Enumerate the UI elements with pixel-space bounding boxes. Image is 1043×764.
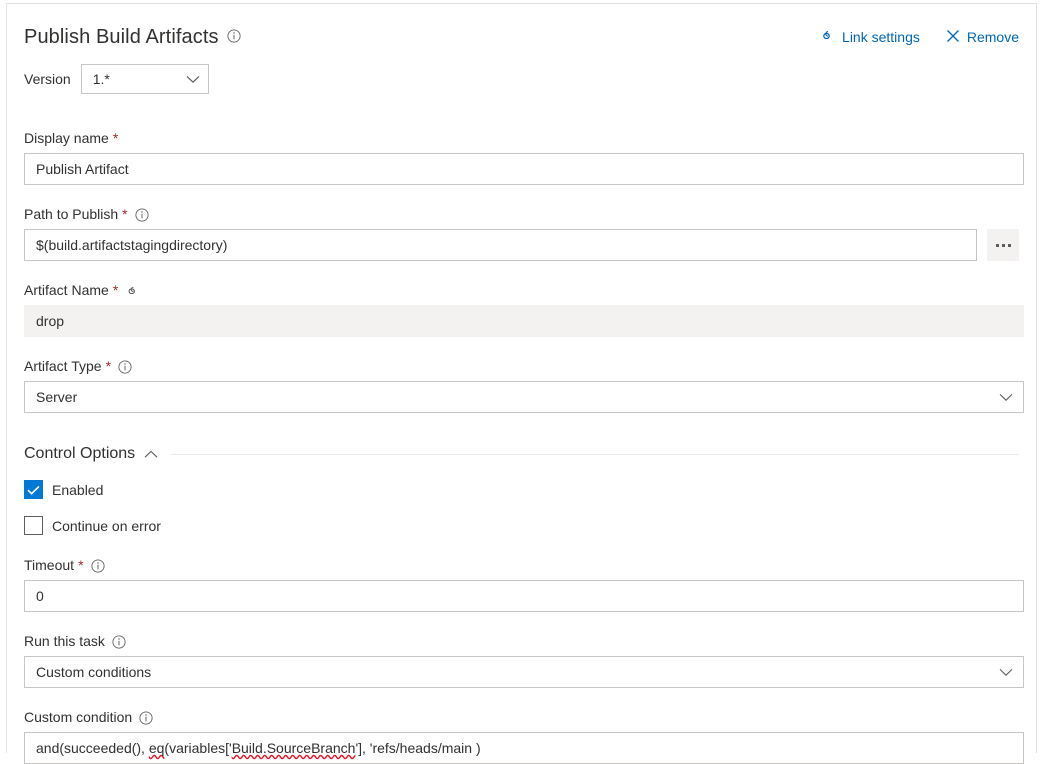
info-icon[interactable] <box>135 207 149 222</box>
link-settings-label: Link settings <box>842 29 920 45</box>
version-row: Version 1.* <box>24 64 1019 94</box>
info-icon[interactable] <box>227 29 241 43</box>
custom-condition-field: Custom condition and(succeeded(), eq(var… <box>24 709 1024 764</box>
display-name-label-text: Display name <box>24 130 109 146</box>
custom-condition-value: and(succeeded(), eq(variables['Build.Sou… <box>36 740 481 756</box>
browse-button[interactable] <box>987 229 1019 261</box>
artifact-name-label: Artifact Name * <box>24 282 1019 299</box>
custom-condition-input[interactable]: and(succeeded(), eq(variables['Build.Sou… <box>24 732 1024 764</box>
remove-button[interactable]: Remove <box>946 29 1019 46</box>
chevron-down-icon <box>186 71 200 87</box>
condition-text: and(succeeded(), <box>36 740 149 756</box>
spelling-error-text: eq <box>148 740 165 756</box>
link-icon[interactable] <box>125 284 140 298</box>
path-to-publish-field: Path to Publish * $(build.artifactstagin… <box>24 206 1019 261</box>
task-header: Publish Build Artifacts Link settings Re… <box>24 4 1019 48</box>
link-icon <box>819 29 835 46</box>
path-to-publish-label-text: Path to Publish <box>24 206 119 222</box>
timeout-label: Timeout * <box>24 557 1019 574</box>
custom-condition-label-text: Custom condition <box>24 709 133 725</box>
artifact-name-input[interactable]: drop <box>24 305 1024 337</box>
path-to-publish-input[interactable]: $(build.artifactstagingdirectory) <box>24 229 978 261</box>
timeout-value: 0 <box>36 588 44 604</box>
link-settings-button[interactable]: Link settings <box>819 29 920 46</box>
enabled-checkbox[interactable] <box>24 480 43 499</box>
page-title: Publish Build Artifacts <box>24 26 219 48</box>
required-marker: * <box>105 358 112 374</box>
artifact-name-field: Artifact Name * drop <box>24 282 1024 337</box>
artifact-type-select[interactable]: Server <box>24 381 1024 413</box>
run-this-task-value: Custom conditions <box>36 664 152 680</box>
path-to-publish-value: $(build.artifactstagingdirectory) <box>36 237 228 253</box>
run-this-task-field: Run this task Custom conditions <box>24 633 1024 688</box>
info-icon[interactable] <box>118 359 132 374</box>
artifact-type-field: Artifact Type * Server <box>24 358 1024 413</box>
required-marker: * <box>78 557 84 573</box>
run-this-task-select[interactable]: Custom conditions <box>24 656 1024 688</box>
display-name-field: Display name * Publish Artifact <box>24 130 1024 185</box>
task-editor-panel: Publish Build Artifacts Link settings Re… <box>6 3 1037 764</box>
chevron-down-icon <box>999 389 1013 405</box>
required-marker: * <box>112 282 119 298</box>
info-icon[interactable] <box>112 634 126 649</box>
condition-text: (variables[' <box>164 740 232 756</box>
artifact-name-label-text: Artifact Name <box>24 282 109 298</box>
display-name-label: Display name * <box>24 130 1019 147</box>
run-this-task-label: Run this task <box>24 633 1019 650</box>
artifact-type-label-text: Artifact Type <box>24 358 102 374</box>
path-to-publish-label: Path to Publish * <box>24 206 1019 223</box>
timeout-input[interactable]: 0 <box>24 580 1024 612</box>
continue-on-error-checkbox-row[interactable]: Continue on error <box>24 516 1019 535</box>
continue-on-error-label: Continue on error <box>52 517 161 534</box>
timeout-field: Timeout * 0 <box>24 557 1024 612</box>
enabled-checkbox-row[interactable]: Enabled <box>24 480 1019 499</box>
control-options-title: Control Options <box>24 445 136 462</box>
control-options-section-header[interactable]: Control Options <box>24 445 1019 463</box>
enabled-label: Enabled <box>52 481 104 498</box>
remove-label: Remove <box>966 29 1019 45</box>
chevron-down-icon <box>999 664 1013 680</box>
required-marker: * <box>122 206 128 222</box>
ellipsis-dot <box>1001 243 1005 247</box>
condition-text: '], 'refs/heads/main ) <box>355 740 481 756</box>
display-name-input[interactable]: Publish Artifact <box>24 153 1024 185</box>
continue-on-error-checkbox[interactable] <box>24 516 43 535</box>
version-value: 1.* <box>92 71 110 87</box>
run-this-task-label-text: Run this task <box>24 633 105 649</box>
ellipsis-dot <box>995 243 999 247</box>
info-icon[interactable] <box>90 558 105 573</box>
required-marker: * <box>112 130 119 146</box>
display-name-value: Publish Artifact <box>36 161 129 177</box>
chevron-up-icon <box>144 450 158 459</box>
version-select[interactable]: 1.* <box>80 64 209 94</box>
artifact-type-label: Artifact Type * <box>24 358 1019 375</box>
close-icon <box>946 29 960 46</box>
custom-condition-label: Custom condition <box>24 709 1019 726</box>
section-divider <box>171 453 1019 455</box>
spelling-error-text: Build.SourceBranch <box>231 740 356 756</box>
version-label: Version <box>24 71 71 87</box>
artifact-name-value: drop <box>36 313 65 329</box>
timeout-label-text: Timeout <box>24 557 75 573</box>
info-icon[interactable] <box>139 710 153 725</box>
artifact-type-value: Server <box>36 389 78 405</box>
ellipsis-dot <box>1007 243 1011 247</box>
